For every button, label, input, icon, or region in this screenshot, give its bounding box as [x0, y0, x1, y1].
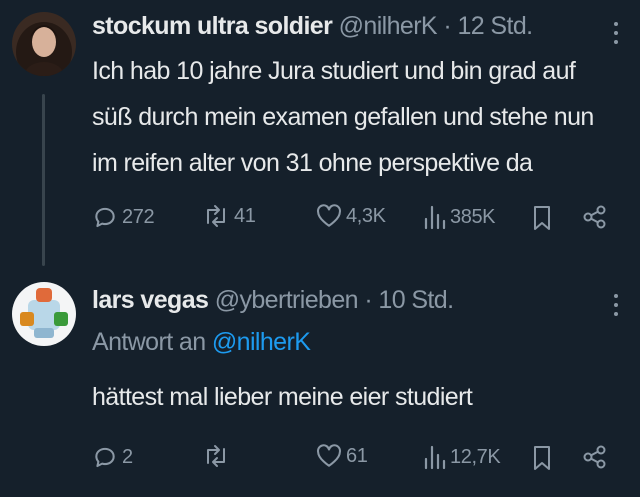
share-icon: [583, 205, 606, 229]
timestamp[interactable]: 10 Std.: [378, 286, 454, 314]
bookmark-button[interactable]: [532, 444, 552, 472]
user-handle[interactable]: @ybertrieben: [215, 286, 359, 314]
reply-count: 2: [122, 445, 133, 468]
separator: ·: [443, 12, 452, 40]
more-icon[interactable]: [614, 294, 620, 316]
display-name[interactable]: lars vegas: [92, 286, 209, 314]
timestamp[interactable]: 12 Std.: [457, 12, 533, 40]
like-count: 4,3K: [346, 204, 386, 227]
tweet-text: hättest mal lieber meine eier studiert: [92, 383, 473, 411]
views-icon: [424, 205, 446, 230]
like-button[interactable]: 4,3K: [316, 204, 386, 228]
thread-line: [42, 94, 45, 266]
reply-icon: [95, 207, 115, 228]
view-count: 385K: [450, 205, 496, 228]
views-icon: [424, 445, 446, 470]
avatar[interactable]: [12, 12, 76, 76]
tweet-header: lars vegas @ybertrieben · 10 Std.: [92, 284, 600, 316]
views-button[interactable]: 385K: [422, 204, 496, 230]
reply-mention-link[interactable]: @nilherK: [212, 328, 311, 356]
heart-icon: [317, 444, 341, 467]
bookmark-button[interactable]: [532, 204, 552, 232]
like-count: 61: [346, 444, 368, 467]
view-count: 12,7K: [450, 445, 501, 468]
tweet[interactable]: stockum ultra soldier @nilherK · 12 Std.…: [0, 0, 640, 268]
tweet[interactable]: lars vegas @ybertrieben · 10 Std. Antwor…: [0, 268, 640, 497]
bookmark-icon: [534, 446, 550, 470]
tweet-text: Ich hab 10 jahre Jura studiert und bin g…: [92, 57, 594, 177]
reply-count: 272: [122, 205, 155, 228]
tweet-header: stockum ultra soldier @nilherK · 12 Std.: [92, 10, 600, 42]
reply-button[interactable]: 2: [92, 444, 133, 470]
separator: ·: [364, 286, 373, 314]
share-button[interactable]: [582, 444, 608, 470]
retweet-button[interactable]: 41: [202, 204, 256, 228]
share-button[interactable]: [582, 204, 608, 230]
retweet-button[interactable]: [202, 444, 234, 468]
reply-button[interactable]: 272: [92, 204, 155, 230]
more-icon[interactable]: [614, 22, 620, 44]
display-name[interactable]: stockum ultra soldier: [92, 12, 333, 40]
heart-icon: [317, 204, 341, 227]
reply-context: Antwort an @nilherK: [92, 326, 311, 358]
share-icon: [583, 445, 606, 469]
avatar[interactable]: [12, 282, 76, 346]
like-button[interactable]: 61: [316, 444, 368, 468]
retweet-count: 41: [234, 204, 256, 227]
bookmark-icon: [534, 206, 550, 230]
views-button[interactable]: 12,7K: [422, 444, 501, 470]
reply-prefix: Antwort an: [92, 328, 206, 356]
retweet-icon: [207, 445, 225, 467]
retweet-icon: [207, 205, 225, 227]
user-handle[interactable]: @nilherK: [339, 12, 438, 40]
reply-icon: [95, 447, 115, 468]
